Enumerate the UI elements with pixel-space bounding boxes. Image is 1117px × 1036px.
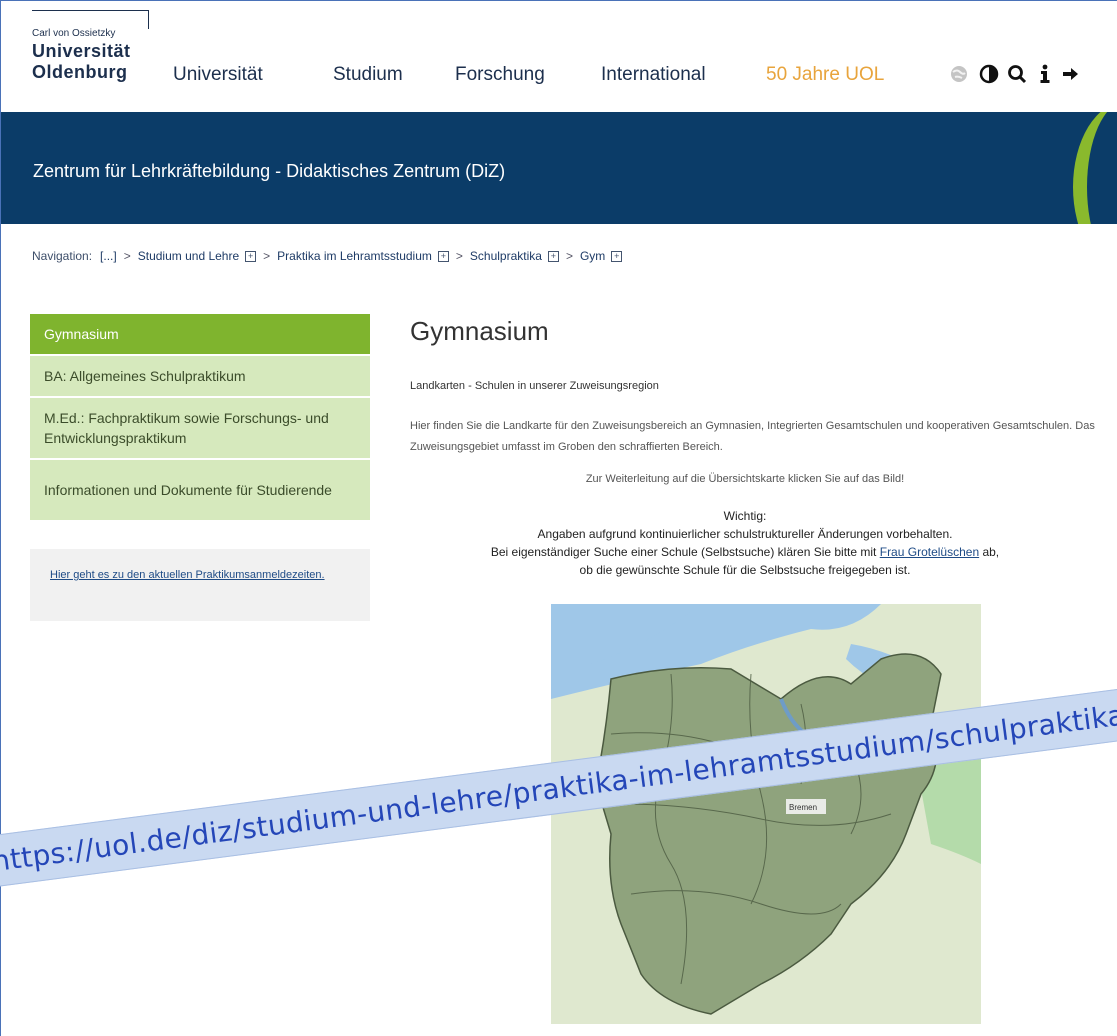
sidebar-info-box: Hier geht es zu den aktuellen Praktikums… bbox=[30, 549, 370, 621]
region-map-image[interactable]: Bremen bbox=[551, 604, 981, 1024]
contrast-icon[interactable] bbox=[978, 62, 1000, 86]
nav-item-50-jahre[interactable]: 50 Jahre UOL bbox=[766, 64, 884, 86]
intro-paragraph: Hier finden Sie die Landkarte für den Zu… bbox=[410, 420, 1095, 453]
important-notice: Wichtig: Angaben aufgrund kontinuierlich… bbox=[410, 507, 1080, 579]
globe-icon[interactable] bbox=[948, 62, 970, 86]
sidebar-item-med-fachpraktikum[interactable]: M.Ed.: Fachpraktikum sowie Forschungs- u… bbox=[30, 398, 370, 460]
sidebar-item-ba-schulpraktikum[interactable]: BA: Allgemeines Schulpraktikum bbox=[30, 356, 370, 398]
nav-item-international[interactable]: International bbox=[601, 64, 706, 86]
important-line-2-text: Bei eigenständiger Suche einer Schule (S… bbox=[490, 545, 880, 559]
anmeldezeiten-link[interactable]: Hier geht es zu den aktuellen Praktikums… bbox=[50, 569, 325, 581]
breadcrumb-item-schulpraktika[interactable]: Schulpraktika bbox=[470, 249, 542, 263]
breadcrumb-separator: > bbox=[263, 249, 271, 263]
sidebar-item-informationen[interactable]: Informationen und Dokumente für Studiere… bbox=[30, 460, 370, 522]
sidebar: Gymnasium BA: Allgemeines Schulpraktikum… bbox=[30, 314, 370, 621]
contact-link[interactable]: Frau Grotelüschen bbox=[880, 545, 979, 559]
logo-line-3: Oldenburg bbox=[32, 62, 128, 82]
expand-icon[interactable]: + bbox=[437, 250, 449, 262]
breadcrumb-item-ellipsis[interactable]: [...] bbox=[100, 249, 117, 263]
expand-icon[interactable]: + bbox=[611, 250, 623, 262]
expand-icon[interactable]: + bbox=[245, 250, 257, 262]
important-heading: Wichtig: bbox=[723, 509, 767, 523]
important-line-2: Bei eigenständiger Suche einer Schule (S… bbox=[410, 543, 1080, 561]
institute-banner: Zentrum für Lehrkräftebildung - Didaktis… bbox=[1, 112, 1117, 224]
nav-item-studium[interactable]: Studium bbox=[333, 64, 403, 86]
login-icon[interactable] bbox=[1060, 62, 1082, 86]
section-subtitle: Landkarten - Schulen in unserer Zuweisun… bbox=[410, 380, 659, 392]
nav-item-universitaet[interactable]: Universität bbox=[173, 64, 263, 86]
frame-top-border bbox=[0, 0, 1117, 1]
page-title: Gymnasium bbox=[410, 316, 549, 346]
important-line-2-end: ab, bbox=[979, 545, 1000, 559]
search-icon[interactable] bbox=[1006, 62, 1028, 86]
breadcrumb-item-praktika[interactable]: Praktika im Lehramtsstudium bbox=[277, 249, 432, 263]
expand-icon[interactable]: + bbox=[547, 250, 559, 262]
important-line-3: ob die gewünschte Schule für die Selbsts… bbox=[579, 563, 911, 577]
breadcrumb-separator: > bbox=[565, 249, 573, 263]
nav-item-forschung[interactable]: Forschung bbox=[455, 64, 545, 86]
breadcrumb-separator: > bbox=[123, 249, 131, 263]
breadcrumb-item-studium-lehre[interactable]: Studium und Lehre bbox=[138, 249, 239, 263]
breadcrumb-label: Navigation: bbox=[32, 249, 93, 263]
important-line-1: Angaben aufgrund kontinuierlicher schuls… bbox=[537, 527, 953, 541]
info-icon[interactable] bbox=[1034, 62, 1056, 86]
breadcrumb-item-gym[interactable]: Gym bbox=[580, 249, 605, 263]
breadcrumb-separator: > bbox=[455, 249, 463, 263]
logo-frame bbox=[32, 10, 149, 29]
logo-line-2: Universität bbox=[32, 41, 131, 61]
sidebar-item-gymnasium[interactable]: Gymnasium bbox=[30, 314, 370, 356]
institute-title[interactable]: Zentrum für Lehrkräftebildung - Didaktis… bbox=[33, 161, 505, 182]
banner-swoosh bbox=[1073, 112, 1117, 224]
click-hint: Zur Weiterleitung auf die Übersichtskart… bbox=[585, 473, 905, 485]
breadcrumb: Navigation: [...] > Studium und Lehre + … bbox=[32, 249, 623, 263]
logo-line-1: Carl von Ossietzky bbox=[32, 28, 116, 39]
map-city-label: Bremen bbox=[789, 803, 817, 812]
